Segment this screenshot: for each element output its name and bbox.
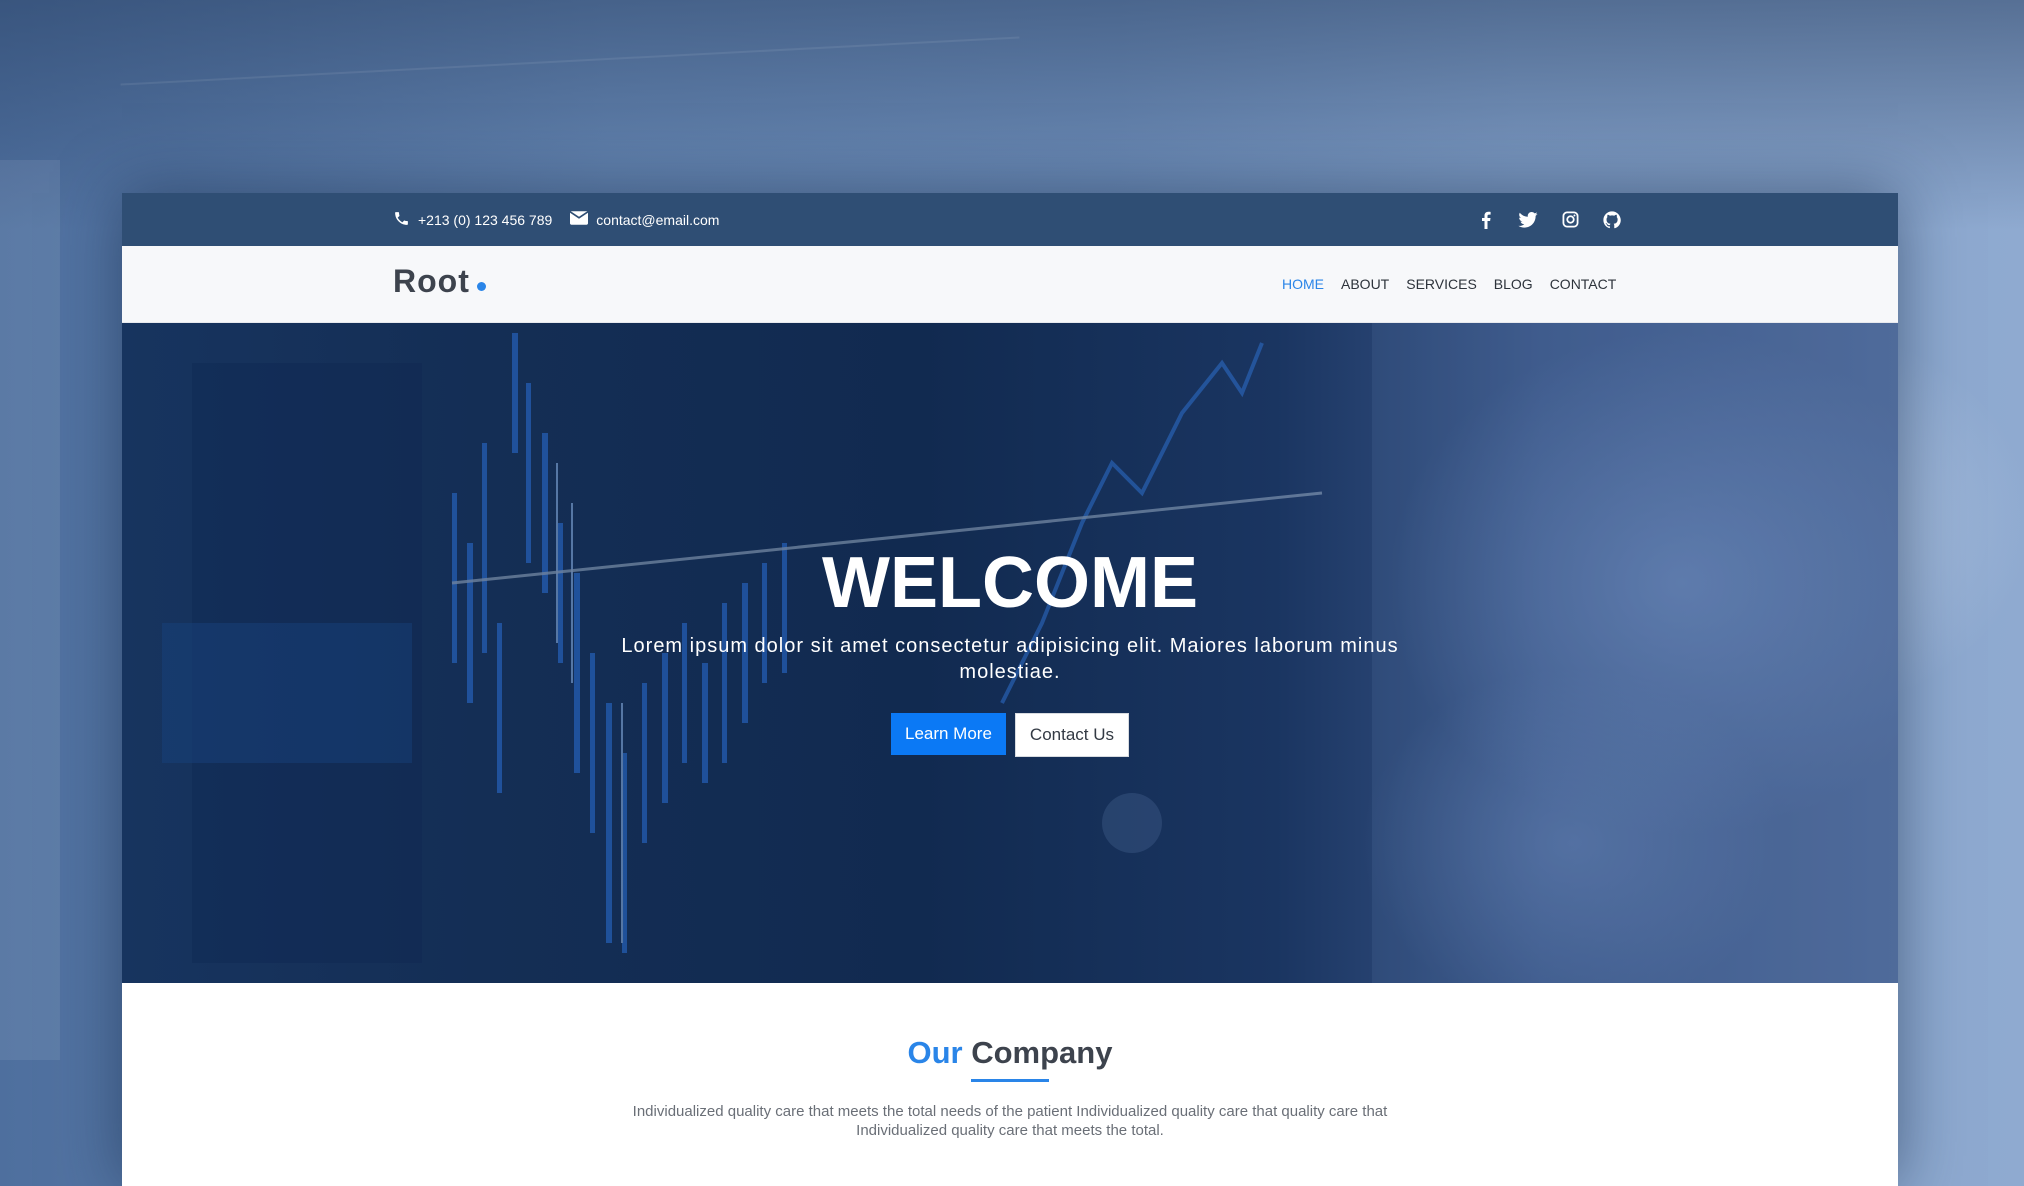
brand-logo[interactable]: Root (393, 263, 486, 300)
section-title-accent: Our (907, 1035, 963, 1070)
hero-section: WELCOME Lorem ipsum dolor sit amet conse… (122, 323, 1898, 983)
brand-dot (476, 282, 486, 291)
contact-us-button[interactable]: Contact Us (1014, 713, 1130, 757)
github-icon[interactable] (1602, 210, 1622, 230)
phone-icon (393, 210, 410, 230)
email-address: contact@email.com (596, 211, 720, 228)
phone-contact[interactable]: +213 (0) 123 456 789 (393, 210, 552, 230)
top-info-bar: +213 (0) 123 456 789 contact@email.com (122, 193, 1898, 246)
nav-item-services[interactable]: SERVICES (1406, 276, 1477, 292)
contact-info: +213 (0) 123 456 789 contact@email.com (393, 193, 719, 246)
title-underline (971, 1079, 1049, 1082)
instagram-icon[interactable] (1560, 210, 1580, 230)
brand-name: Root (393, 263, 470, 299)
hero-title: WELCOME (822, 543, 1198, 623)
phone-number: +213 (0) 123 456 789 (418, 211, 553, 228)
nav-item-contact[interactable]: CONTACT (1550, 276, 1617, 292)
nav-item-blog[interactable]: BLOG (1494, 276, 1533, 292)
hero-content: WELCOME Lorem ipsum dolor sit amet conse… (122, 543, 1898, 757)
section-title: Our Company (122, 1035, 1898, 1071)
nav-item-home[interactable]: HOME (1282, 276, 1324, 292)
company-description: Individualized quality care that meets t… (632, 1103, 1388, 1139)
website-preview: +213 (0) 123 456 789 contact@email.com R… (122, 193, 1898, 1186)
nav-item-about[interactable]: ABOUT (1341, 276, 1389, 292)
twitter-icon[interactable] (1518, 210, 1538, 230)
hero-buttons: Learn More Contact Us (122, 713, 1898, 757)
hero-subtitle: Lorem ipsum dolor sit amet consectetur a… (621, 635, 1399, 683)
company-section: Our Company Individualized quality care … (122, 983, 1898, 1186)
main-navbar: Root HOME ABOUT SERVICES BLOG CONTACT (122, 246, 1898, 323)
learn-more-button[interactable]: Learn More (890, 713, 1006, 755)
nav-menu: HOME ABOUT SERVICES BLOG CONTACT (1282, 246, 1616, 322)
social-links (1476, 193, 1622, 246)
email-contact[interactable]: contact@email.com (570, 211, 719, 228)
facebook-icon[interactable] (1476, 210, 1496, 230)
envelope-icon (570, 211, 589, 228)
section-title-rest: Company (962, 1035, 1113, 1070)
